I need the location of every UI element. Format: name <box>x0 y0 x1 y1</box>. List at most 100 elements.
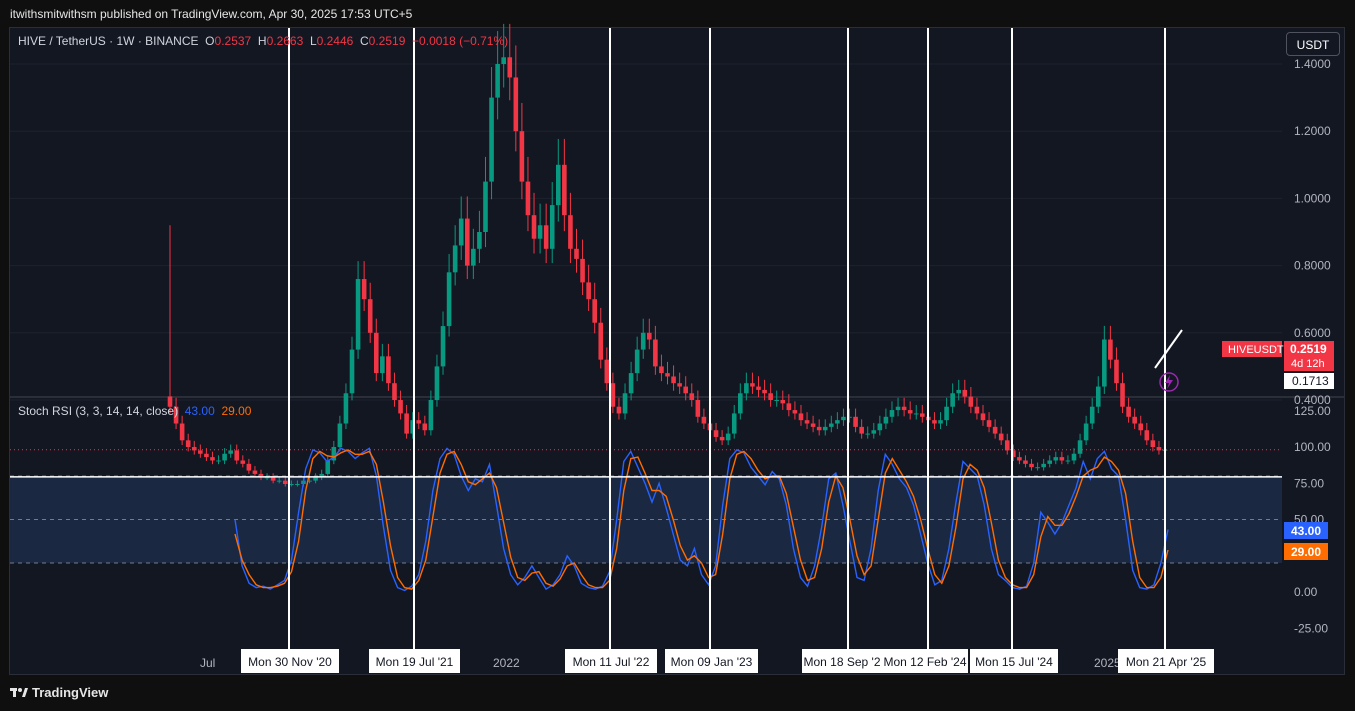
candle-body <box>325 460 331 474</box>
open-value: 0.2537 <box>214 34 252 48</box>
candle-body <box>1114 359 1119 384</box>
candle <box>1138 415 1144 436</box>
candle <box>719 430 725 446</box>
marker-date-label: Mon 09 Jan '23 <box>671 655 753 669</box>
candle-body <box>228 450 233 454</box>
candle-body <box>713 430 719 437</box>
candle-body <box>768 393 773 400</box>
candle-body <box>725 433 731 441</box>
candle-body <box>1144 430 1150 441</box>
candle <box>580 239 585 295</box>
candle <box>804 412 810 430</box>
candle <box>404 404 409 439</box>
candle-body <box>367 299 373 333</box>
candle-body <box>1108 339 1113 360</box>
candle-body <box>210 457 215 461</box>
k-tag-value: 43.00 <box>1291 524 1321 538</box>
candle <box>392 372 397 407</box>
axis-labels: 1.40001.20001.00000.80000.60000.4000125.… <box>200 57 1334 673</box>
candle-body <box>513 77 519 132</box>
candle-body <box>1120 383 1125 407</box>
candle-body <box>1004 440 1010 451</box>
candle <box>185 433 191 452</box>
price-tick-label: 1.4000 <box>1294 57 1331 71</box>
symbol-name: HIVE / TetherUS · 1W · BINANCE <box>18 34 199 48</box>
candle-body <box>980 413 986 421</box>
candle <box>531 192 537 254</box>
chart-svg[interactable]: 1.40001.20001.00000.80000.60000.4000125.… <box>0 0 1355 711</box>
candle-body <box>392 383 397 400</box>
candle-body <box>719 436 725 441</box>
candle-body <box>1035 467 1040 469</box>
candle <box>452 225 458 286</box>
candles <box>167 23 1168 487</box>
candle <box>835 412 840 430</box>
candle <box>950 383 955 414</box>
candle <box>841 408 846 426</box>
marker-date-label: Mon 18 Sep '2 <box>803 655 880 669</box>
candle-body <box>234 450 240 461</box>
candle-body <box>240 460 246 464</box>
tradingview-logo[interactable]: TradingView <box>10 685 108 700</box>
candle-body <box>877 423 883 431</box>
candle-body <box>380 356 385 374</box>
candle <box>489 67 494 200</box>
candle <box>974 397 980 420</box>
candle-body <box>689 393 695 400</box>
candle-body <box>683 386 689 394</box>
candle <box>228 444 233 458</box>
candle-body <box>1138 423 1144 431</box>
candle <box>980 404 986 426</box>
candle-body <box>446 272 452 327</box>
candle <box>240 455 246 468</box>
candle-body <box>434 366 440 400</box>
candle <box>562 138 567 232</box>
candle <box>349 336 355 401</box>
candle <box>525 156 531 232</box>
candle <box>422 415 428 436</box>
candle <box>210 451 215 465</box>
candle-body <box>932 420 937 424</box>
candle <box>367 282 373 343</box>
candle <box>198 444 203 458</box>
candle-body <box>701 416 707 424</box>
candle <box>713 422 719 442</box>
candle-body <box>185 440 191 448</box>
candle-body <box>998 433 1004 441</box>
candle <box>865 426 871 439</box>
candle-body <box>986 420 992 427</box>
candle-body <box>598 322 604 360</box>
candle-body <box>1077 440 1083 454</box>
candle-body <box>1023 460 1028 464</box>
candle-body <box>616 406 622 414</box>
candle-body <box>786 403 792 411</box>
candle-body <box>337 423 343 448</box>
candle-body <box>489 97 494 182</box>
change-value: −0.0018 (−0.71%) <box>412 34 509 48</box>
candle <box>907 401 913 420</box>
candle <box>343 383 349 430</box>
candle <box>695 390 701 423</box>
candle <box>968 386 974 414</box>
candle <box>386 343 391 391</box>
candle-body <box>968 396 974 407</box>
candle <box>901 397 907 417</box>
price-tag-value: 0.2519 <box>1290 342 1327 356</box>
candle <box>689 383 695 407</box>
candle-body <box>555 164 561 206</box>
candle-body <box>452 245 458 273</box>
candle <box>471 228 476 280</box>
candle-body <box>531 215 537 239</box>
candle-body <box>731 413 737 434</box>
candle-body <box>653 339 658 367</box>
candle-body <box>519 131 525 182</box>
candle <box>586 264 591 311</box>
candle-body <box>738 393 743 414</box>
candle-body <box>398 400 403 414</box>
candle <box>889 401 895 423</box>
candle-body <box>853 416 858 427</box>
candle-body <box>1029 463 1034 468</box>
candle <box>337 415 343 452</box>
currency-button[interactable]: USDT <box>1286 32 1340 56</box>
candle-body <box>549 205 555 249</box>
